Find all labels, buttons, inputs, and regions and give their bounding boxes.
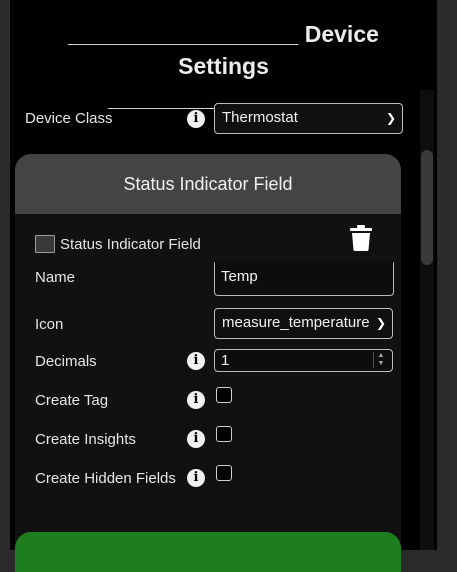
card-header: Status Indicator Field [15,154,401,214]
info-icon[interactable]: i [187,430,205,448]
create-hidden-fields-checkbox[interactable] [216,465,232,481]
create-hidden-fields-label: Create Hidden Fields [35,470,176,487]
create-tag-label: Create Tag [35,392,109,409]
device-class-value: Thermostat [222,109,298,126]
number-stepper[interactable]: ▲ ▼ [373,352,388,368]
device-class-label: Device Class [25,110,113,127]
scrollbar-thumb[interactable] [421,150,433,265]
decimals-value: 1 [221,352,230,369]
save-button[interactable] [15,532,401,572]
create-insights-label: Create Insights [35,431,136,448]
trash-icon[interactable] [350,225,372,251]
chevron-down-icon: ❯ [385,111,396,125]
info-icon[interactable]: i [187,391,205,409]
info-icon[interactable]: i [187,469,205,487]
info-icon[interactable]: i [187,110,205,128]
status-indicator-label: Status Indicator Field [60,236,201,253]
name-input[interactable]: Temp [214,262,394,296]
device-class-select[interactable]: Thermostat ❯ [214,103,403,134]
status-indicator-checkbox[interactable] [35,235,55,253]
create-insights-checkbox[interactable] [216,426,232,442]
decimals-label: Decimals [35,353,97,370]
chevron-down-icon: ❯ [373,309,386,337]
create-tag-checkbox[interactable] [216,387,232,403]
name-label: Name [35,269,76,286]
icon-value: measure_temperature [222,314,370,331]
decimals-input[interactable]: 1 ▲ ▼ [214,349,393,372]
info-icon[interactable]: i [187,352,205,370]
icon-select[interactable]: measure_temperature ❯ [214,308,393,339]
icon-label: Icon [35,316,64,333]
page-title: __________________ Device Settings _____… [68,21,379,111]
name-value: Temp [221,268,258,285]
